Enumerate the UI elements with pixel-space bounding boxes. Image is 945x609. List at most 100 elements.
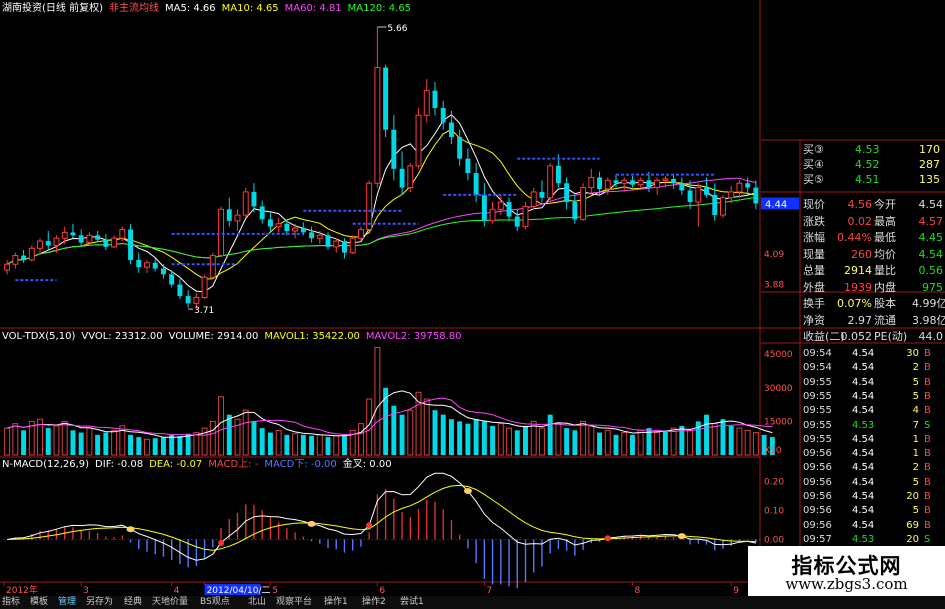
x-tick-label: 4 <box>174 586 180 596</box>
quote-label: 现价 <box>803 198 825 211</box>
quote-value: 0.07% <box>837 297 872 310</box>
candle-body <box>514 216 520 227</box>
volume-bar <box>284 434 290 455</box>
volume-bar <box>538 427 545 456</box>
candle-body <box>720 197 726 216</box>
tick-side: B <box>924 519 931 531</box>
tick-time: 09:56 <box>803 491 832 502</box>
tab-5[interactable]: 天地价量 <box>152 596 188 609</box>
tick-volume: 2 <box>912 362 919 374</box>
header-item: 金叉: 0.00 <box>342 459 392 470</box>
quote-row: 总量 2914 量比 0.56 <box>762 263 945 278</box>
tab-2[interactable]: 管理 <box>58 596 76 609</box>
tick-side: B <box>924 362 931 374</box>
candle-body <box>481 194 487 221</box>
volume-bar <box>457 421 463 455</box>
tick-side: B <box>924 348 931 359</box>
macd-lines <box>7 472 757 561</box>
volume-bar <box>555 423 562 456</box>
candle-body <box>136 259 142 268</box>
quote-value: 975 <box>922 280 943 294</box>
candle-body <box>95 235 101 240</box>
tick-price: 4.54 <box>852 476 875 488</box>
line-ma10 <box>6 128 757 280</box>
candle-body <box>679 183 685 191</box>
tab-6[interactable]: BS观点 <box>200 596 230 609</box>
watermark: 指标公式网 www.zbgs3.com <box>748 546 945 596</box>
tick-price: 4.54 <box>852 390 875 402</box>
quote-value: 2914 <box>844 264 872 277</box>
tab-4[interactable]: 经典 <box>124 596 142 609</box>
quote-row: 现量 260 均价 4.54 <box>762 247 945 262</box>
tick-side: B <box>924 433 931 445</box>
volume-bar <box>711 423 718 456</box>
volume-bar <box>169 434 175 455</box>
volume-bar <box>613 434 619 455</box>
candle-body <box>440 108 446 123</box>
bid-price: 4.52 <box>855 158 880 171</box>
header-item: VVOL: 23312.00 <box>81 331 163 342</box>
tick-price: 4.54 <box>852 505 875 517</box>
volume-bars <box>4 346 775 456</box>
death-cross-marker <box>677 533 686 540</box>
volume-bar <box>564 428 570 455</box>
tab-0[interactable]: 指标 <box>2 596 20 609</box>
tick-row: 09:56 4.54 1 B <box>800 446 945 461</box>
header-item: MAVOL2: 39758.80 <box>365 331 462 342</box>
candle-body <box>646 180 652 188</box>
quote-row: 现价 4.56 今开 4.54 <box>762 197 945 212</box>
death-cross-marker <box>126 526 135 533</box>
header-item: MA10: 4.65 <box>221 3 279 14</box>
tick-volume: 7 <box>912 419 919 431</box>
quote-value: 4.54 <box>918 247 944 261</box>
volume-bar <box>662 430 668 455</box>
tick-side: B <box>924 448 931 460</box>
tick-volume: 1 <box>912 448 919 460</box>
x-tick-label: 3 <box>83 586 89 596</box>
macd-axis-label: 0.10 <box>764 507 784 517</box>
header-item: MACD下: -0.00 <box>264 459 337 470</box>
tab-8[interactable]: 观察平台 <box>276 596 312 609</box>
tick-side: B <box>924 491 931 502</box>
candle-body <box>37 240 43 249</box>
candle-body <box>177 284 183 297</box>
candle-body <box>736 182 743 193</box>
volume-bar <box>704 414 709 455</box>
bid-volume: 287 <box>919 158 940 171</box>
tick-side: S <box>924 533 931 545</box>
quote-value: 4.45 <box>918 231 944 244</box>
header-item: 湖南投资(日线 前复权) <box>2 3 103 14</box>
volume-bar <box>629 434 635 455</box>
tab-3[interactable]: 另存为 <box>86 596 113 609</box>
volume-bar <box>736 427 743 456</box>
candle-body <box>564 183 570 203</box>
tick-time: 09:55 <box>803 405 832 417</box>
tick-volume: 2 <box>912 462 919 474</box>
tick-side: B <box>924 390 931 402</box>
tab-7[interactable]: 北山 <box>248 596 266 609</box>
bid-label: 买④ <box>803 158 824 171</box>
volume-bar <box>316 434 323 456</box>
tab-11[interactable]: 尝试1 <box>400 596 424 609</box>
bottom-tab-bar: 指标 模板 管理 另存为 经典 天地价量 BS观点 北山 观察平台 操作1 操作2 尝试1 <box>0 596 945 609</box>
tick-time: 09:54 <box>803 348 832 359</box>
tick-row: 09:54 4.54 30 B <box>800 346 945 361</box>
header-item: DEA: -0.07 <box>149 459 203 470</box>
tab-10[interactable]: 操作2 <box>362 596 386 609</box>
candle-body <box>391 129 397 169</box>
tab-1[interactable]: 模板 <box>30 596 48 609</box>
volume-bar <box>604 429 611 456</box>
candle-body <box>497 201 504 210</box>
candle-body <box>185 296 191 304</box>
tick-side: S <box>924 419 931 431</box>
tab-9[interactable]: 操作1 <box>324 596 348 609</box>
volume-bar <box>193 432 200 456</box>
golden-cross-marker <box>604 535 611 542</box>
header-item: VOL-TDX(5,10) <box>2 331 76 342</box>
tick-price: 4.53 <box>852 533 875 545</box>
tick-volume: 1 <box>912 433 919 445</box>
quote-label: 流通 <box>874 313 896 327</box>
candle-body <box>399 168 405 188</box>
candle-body <box>300 228 306 233</box>
tick-row: 09:55 4.54 1 B <box>800 432 945 447</box>
